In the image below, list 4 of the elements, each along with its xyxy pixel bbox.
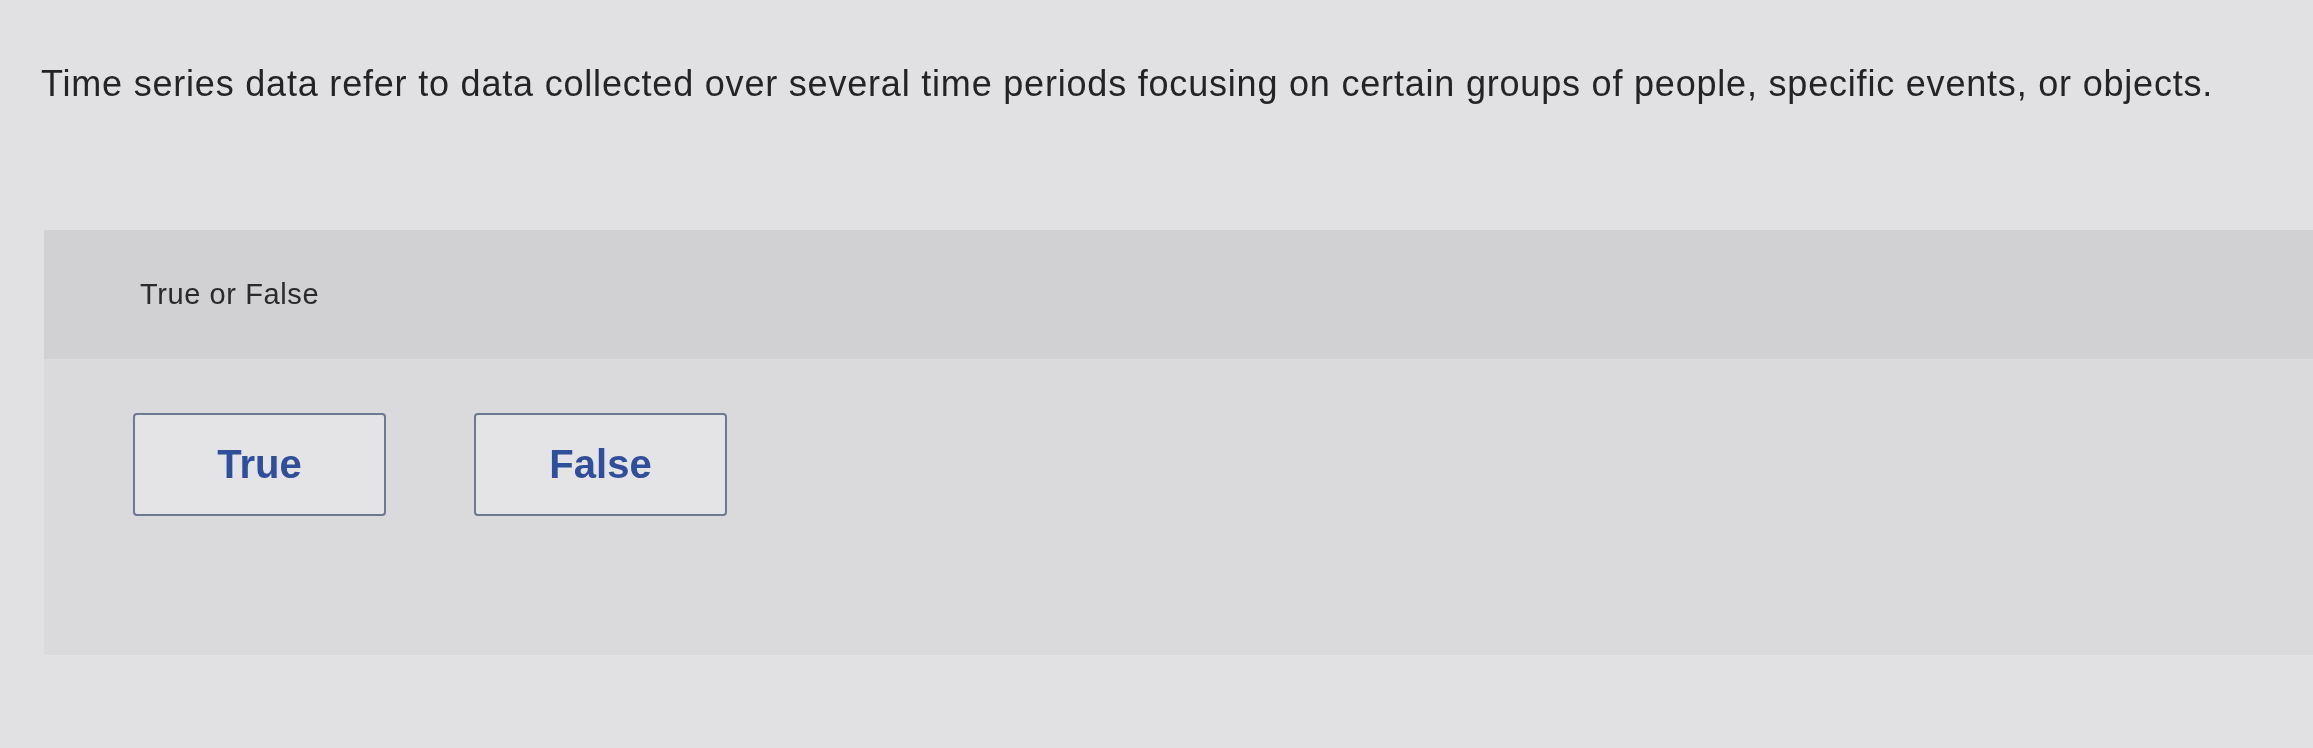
answer-option-button[interactable]: True (133, 413, 386, 516)
question-text: Time series data refer to data collected over several time periods focusing on certain groups of people, specific events, or objects. (41, 62, 2215, 106)
prompt-text: True or False (140, 278, 320, 311)
answer-option-button[interactable]: False (474, 413, 727, 516)
